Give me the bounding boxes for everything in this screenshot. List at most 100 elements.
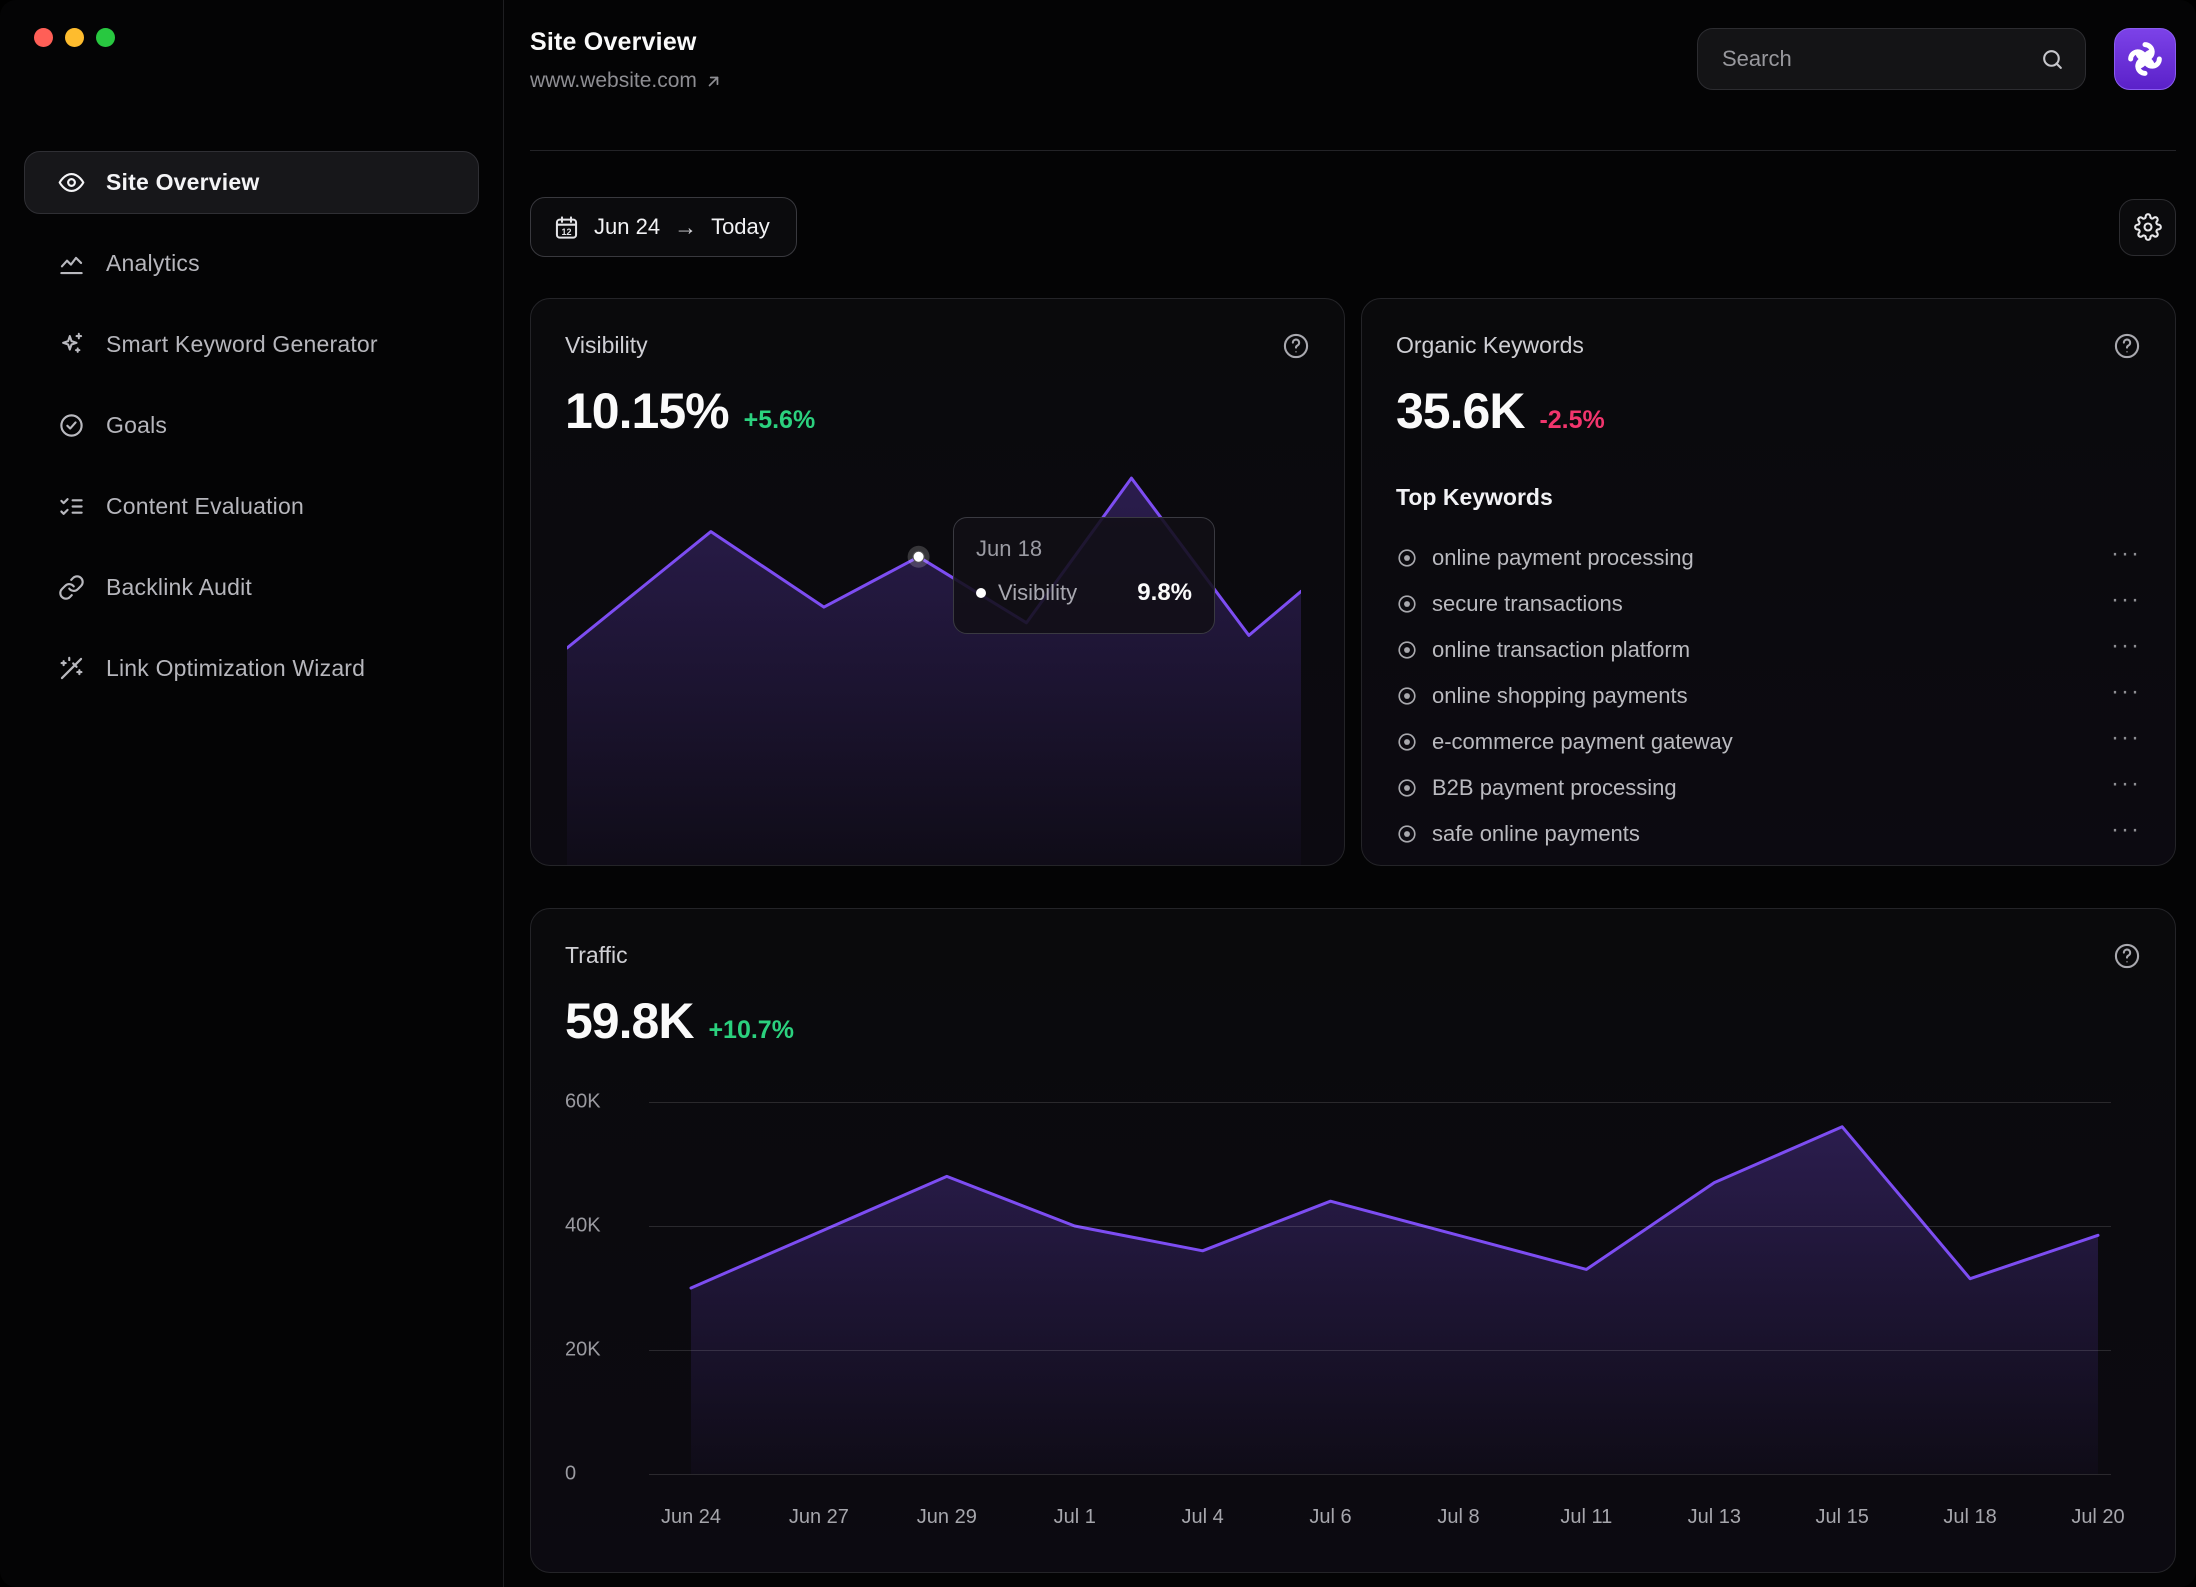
window-minimize-button[interactable] (65, 28, 84, 47)
sidebar-item-goals[interactable]: Goals (24, 394, 479, 457)
site-url-text: www.website.com (530, 69, 697, 93)
app-window: Site Overview Analytics Smart Keyword Gene… (0, 0, 2196, 1587)
keyword-menu-button[interactable]: ··· (2111, 779, 2141, 797)
arrow-right-icon: → (674, 214, 697, 241)
keyword-row: safe online payments ··· (1396, 811, 2141, 857)
top-cards-row: Visibility 10.15% +5.6% Jun 18 Vis (530, 298, 2176, 866)
external-link-icon (704, 72, 723, 91)
sidebar-item-label: Content Evaluation (106, 493, 304, 520)
tooltip-date: Jun 18 (976, 536, 1192, 562)
x-axis-tick: Jun 29 (917, 1506, 977, 1529)
svg-text:12: 12 (561, 226, 571, 236)
settings-button[interactable] (2119, 199, 2176, 256)
keyword-label: B2B payment processing (1432, 775, 2097, 801)
main-header: Site Overview www.website.com (530, 0, 2176, 150)
gridline (649, 1474, 2111, 1475)
organic-keywords-delta: -2.5% (1539, 406, 1604, 435)
tooltip-series-dot (976, 588, 986, 598)
main-content: Site Overview www.website.com (504, 0, 2196, 1587)
circle-dot-icon (1396, 731, 1418, 753)
goal-icon (58, 412, 85, 439)
page-title: Site Overview (530, 28, 723, 57)
help-icon[interactable] (1282, 332, 1310, 360)
keyword-label: safe online payments (1432, 821, 2097, 847)
x-axis-tick: Jul 8 (1437, 1506, 1479, 1529)
x-axis-tick: Jul 4 (1182, 1506, 1224, 1529)
date-range-picker[interactable]: 12 Jun 24 → Today (530, 197, 797, 257)
pinwheel-logo-icon (2125, 39, 2165, 79)
keyword-list: online payment processing···secure trans… (1396, 535, 2141, 857)
eye-icon (58, 169, 85, 196)
keyword-menu-button[interactable]: ··· (2111, 825, 2141, 843)
traffic-chart: 60K40K20K0Jun 24Jun 27Jun 29Jul 1Jul 4Ju… (565, 1102, 2141, 1562)
wand-icon (58, 655, 85, 682)
circle-dot-icon (1396, 639, 1418, 661)
circle-dot-icon (1396, 593, 1418, 615)
date-range-end: Today (711, 214, 770, 240)
sidebar-item-label: Analytics (106, 250, 200, 277)
search-input[interactable] (1722, 46, 2040, 72)
sidebar-item-label: Smart Keyword Generator (106, 331, 378, 358)
keyword-menu-button[interactable]: ··· (2111, 595, 2141, 613)
traffic-value: 59.8K (565, 992, 693, 1050)
controls-row: 12 Jun 24 → Today (530, 197, 2176, 257)
keyword-menu-button[interactable]: ··· (2111, 687, 2141, 705)
sidebar-item-label: Backlink Audit (106, 574, 252, 601)
keyword-row: secure transactions··· (1396, 581, 2141, 627)
list-checks-icon (58, 493, 85, 520)
circle-dot-icon (1396, 547, 1418, 569)
sidebar-item-label: Site Overview (106, 169, 259, 196)
visibility-card-title: Visibility (565, 332, 648, 359)
header-divider (530, 150, 2176, 151)
x-axis-tick: Jun 24 (661, 1506, 721, 1529)
circle-dot-icon (1396, 823, 1418, 845)
sidebar-nav: Site Overview Analytics Smart Keyword Gene… (24, 151, 479, 700)
tooltip-series-label: Visibility (998, 580, 1125, 606)
keyword-label: e-commerce payment gateway (1432, 729, 2097, 755)
y-axis-tick: 0 (565, 1463, 627, 1486)
help-icon[interactable] (2113, 332, 2141, 360)
sidebar-item-content-evaluation[interactable]: Content Evaluation (24, 475, 479, 538)
keyword-menu-button[interactable]: ··· (2111, 641, 2141, 659)
sidebar-item-site-overview[interactable]: Site Overview (24, 151, 479, 214)
keyword-menu-button[interactable]: ··· (2111, 549, 2141, 567)
y-axis-tick: 40K (565, 1215, 627, 1238)
keyword-label: online shopping payments (1432, 683, 2097, 709)
link-icon (58, 574, 85, 601)
x-axis-tick: Jul 15 (1815, 1506, 1868, 1529)
window-close-button[interactable] (34, 28, 53, 47)
gridline (649, 1226, 2111, 1227)
traffic-delta: +10.7% (708, 1016, 794, 1045)
sidebar-item-smart-keyword-generator[interactable]: Smart Keyword Generator (24, 313, 479, 376)
sidebar-item-backlink-audit[interactable]: Backlink Audit (24, 556, 479, 619)
keyword-row: online payment processing··· (1396, 535, 2141, 581)
site-url-link[interactable]: www.website.com (530, 69, 723, 93)
sidebar-item-label: Link Optimization Wizard (106, 655, 365, 682)
circle-dot-icon (1396, 777, 1418, 799)
brand-logo-button[interactable] (2114, 28, 2176, 90)
x-axis-tick: Jul 18 (1943, 1506, 1996, 1529)
window-zoom-button[interactable] (96, 28, 115, 47)
x-axis-tick: Jul 6 (1309, 1506, 1351, 1529)
help-icon[interactable] (2113, 942, 2141, 970)
keyword-menu-button[interactable]: ··· (2111, 733, 2141, 751)
sidebar: Site Overview Analytics Smart Keyword Gene… (0, 0, 504, 1587)
chart-line-icon (58, 250, 85, 277)
x-axis-tick: Jul 20 (2071, 1506, 2124, 1529)
y-axis-tick: 20K (565, 1339, 627, 1362)
visibility-value: 10.15% (565, 382, 729, 440)
x-axis-tick: Jul 11 (1560, 1506, 1612, 1529)
sidebar-item-link-optimization-wizard[interactable]: Link Optimization Wizard (24, 637, 479, 700)
traffic-card-title: Traffic (565, 942, 628, 969)
keyword-label: online transaction platform (1432, 637, 2097, 663)
organic-keywords-card-title: Organic Keywords (1396, 332, 1584, 359)
search-box (1697, 28, 2086, 90)
gear-icon (2134, 213, 2162, 241)
sparkles-icon (58, 331, 85, 358)
circle-dot-icon (1396, 685, 1418, 707)
sidebar-item-analytics[interactable]: Analytics (24, 232, 479, 295)
x-axis-tick: Jul 1 (1054, 1506, 1096, 1529)
keyword-row: B2B payment processing ··· (1396, 765, 2141, 811)
visibility-card: Visibility 10.15% +5.6% Jun 18 Vis (530, 298, 1345, 866)
tooltip-value: 9.8% (1137, 579, 1192, 607)
